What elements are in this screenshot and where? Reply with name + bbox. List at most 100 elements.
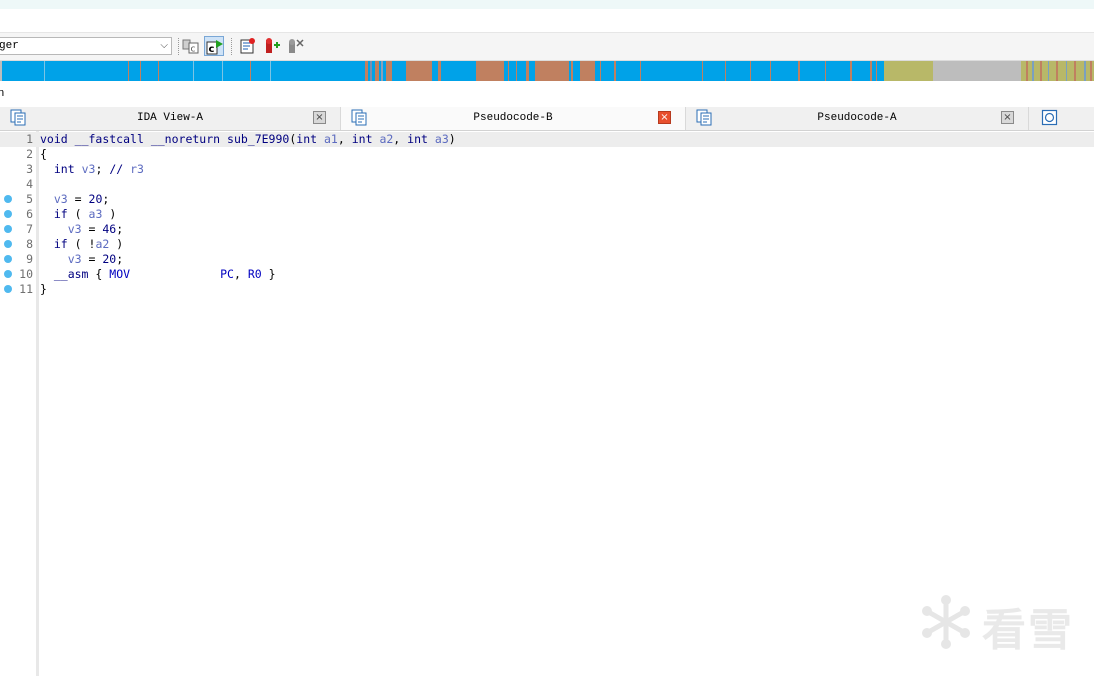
- navigation-band[interactable]: [0, 61, 1094, 81]
- nav-segment: [222, 61, 223, 81]
- code-text[interactable]: }: [40, 282, 47, 297]
- snowflake-icon: [922, 595, 970, 649]
- close-icon[interactable]: ×: [658, 111, 671, 124]
- nav-segment: [406, 61, 432, 81]
- tab-pseudocode-b[interactable]: Pseudocode-B ×: [341, 107, 686, 130]
- code-text[interactable]: int v3; // r3: [40, 162, 144, 177]
- svg-text:c: c: [191, 45, 196, 55]
- toolbar: ger ⌵ c c: [0, 32, 1094, 61]
- nav-segment: [0, 61, 2, 81]
- nav-segment: [1074, 61, 1076, 81]
- nav-segment: [1026, 61, 1028, 81]
- breakpoint-dot-icon[interactable]: [4, 210, 12, 218]
- code-line[interactable]: 3 int v3; // r3: [0, 162, 1094, 177]
- nav-segment: [884, 61, 933, 81]
- line-number: 9: [26, 252, 33, 266]
- add-breakpoint-icon: [266, 38, 280, 53]
- breakpoint-dot-icon[interactable]: [4, 285, 12, 293]
- debugger-select[interactable]: ger ⌵: [0, 37, 172, 55]
- tab-label: Pseudocode-A: [817, 112, 897, 124]
- nav-segment: [526, 61, 529, 81]
- output-strip-text: n: [0, 87, 5, 99]
- line-number: 2: [26, 147, 33, 161]
- title-strip: [0, 0, 1094, 9]
- line-number: 10: [19, 267, 33, 281]
- tab-bar: IDA View-A × Pseudocode-B × Pseudocode-A…: [0, 107, 1094, 131]
- nav-segment: [571, 61, 573, 81]
- add-breakpoint-button[interactable]: [262, 36, 282, 56]
- breakpoint-dot-icon[interactable]: [4, 195, 12, 203]
- code-text[interactable]: if ( !a2 ): [40, 237, 123, 252]
- nav-segment: [375, 61, 379, 81]
- nav-segment: [1066, 61, 1067, 81]
- nav-segment: [140, 61, 141, 81]
- close-icon[interactable]: ×: [313, 111, 326, 124]
- code-text[interactable]: if ( a3 ): [40, 207, 116, 222]
- tab-label: Pseudocode-B: [473, 112, 553, 124]
- line-number: 6: [26, 207, 33, 221]
- line-number: 1: [26, 132, 33, 146]
- code-text[interactable]: v3 = 20;: [40, 252, 123, 267]
- code-line[interactable]: 4: [0, 177, 1094, 192]
- nav-segment: [798, 61, 800, 81]
- menu-band: [0, 9, 1094, 32]
- delete-breakpoint-button[interactable]: [285, 36, 305, 56]
- nav-segment: [770, 61, 771, 81]
- nav-segment: [933, 61, 1021, 81]
- nav-segment: [381, 61, 383, 81]
- tab-label: IDA View-A: [136, 112, 203, 124]
- hex-view-icon: [1041, 109, 1058, 126]
- code-line[interactable]: 8 if ( !a2 ): [0, 237, 1094, 252]
- nav-segment: [193, 61, 194, 81]
- tab-ida-view-a[interactable]: IDA View-A ×: [0, 107, 341, 130]
- breakpoint-dot-icon[interactable]: [4, 270, 12, 278]
- hex-to-c-icon: c: [182, 39, 199, 55]
- code-text[interactable]: v3 = 46;: [40, 222, 123, 237]
- line-number: 4: [26, 177, 33, 191]
- chevron-down-icon[interactable]: ⌵: [160, 38, 168, 54]
- code-line[interactable]: 11}: [0, 282, 1094, 297]
- code-line[interactable]: 1 void __fastcall __noreturn sub_7E990(in…: [0, 132, 1094, 147]
- code-text[interactable]: {: [40, 147, 47, 162]
- nav-segment: [702, 61, 703, 81]
- watermark-text: 看雪: [982, 605, 1074, 656]
- code-line[interactable]: 10 __asm { MOV PC, R0 }: [0, 267, 1094, 282]
- refresh-button[interactable]: c: [204, 36, 224, 56]
- output-strip: n: [0, 82, 1094, 107]
- book-run-icon: [240, 38, 255, 54]
- breakpoint-dot-icon[interactable]: [4, 240, 12, 248]
- use-source-button[interactable]: c: [181, 36, 201, 56]
- nav-segment: [535, 61, 569, 81]
- code-text[interactable]: v3 = 20;: [40, 192, 109, 207]
- debugger-start-button[interactable]: [238, 36, 258, 56]
- nav-segment: [270, 61, 271, 81]
- tab-pseudocode-a[interactable]: Pseudocode-A ×: [686, 107, 1029, 130]
- code-text[interactable]: __asm { MOV PC, R0 }: [40, 267, 276, 282]
- code-text[interactable]: void __fastcall __noreturn sub_7E990(int…: [40, 132, 456, 147]
- nav-segment: [1032, 61, 1034, 81]
- nav-segment: [128, 61, 129, 81]
- nav-segment: [640, 61, 641, 81]
- nav-segment: [850, 61, 852, 81]
- code-line[interactable]: 5 v3 = 20;: [0, 192, 1094, 207]
- nav-segment: [1056, 61, 1058, 81]
- breakpoint-dot-icon[interactable]: [4, 255, 12, 263]
- breakpoint-dot-icon[interactable]: [4, 225, 12, 233]
- kanxue-watermark: 看雪: [918, 592, 1078, 656]
- nav-segment: [580, 61, 595, 81]
- nav-segment: [386, 61, 392, 81]
- toolbar-separator: [231, 38, 232, 55]
- nav-segment: [1084, 61, 1086, 81]
- nav-segment: [1048, 61, 1049, 81]
- close-icon[interactable]: ×: [1001, 111, 1014, 124]
- code-line[interactable]: 9 v3 = 20;: [0, 252, 1094, 267]
- disassembly-view-icon: [10, 109, 26, 126]
- nav-segment: [44, 61, 45, 81]
- code-line[interactable]: 6 if ( a3 ): [0, 207, 1094, 222]
- line-number: 7: [26, 222, 33, 236]
- code-line[interactable]: 7 v3 = 46;: [0, 222, 1094, 237]
- delete-breakpoint-icon: [289, 39, 304, 53]
- code-line[interactable]: 2{: [0, 147, 1094, 162]
- tab-hex-view[interactable]: [1029, 107, 1094, 130]
- ida-window: ger ⌵ c c n IDA View-A × Pseudocode-B × …: [0, 0, 1094, 676]
